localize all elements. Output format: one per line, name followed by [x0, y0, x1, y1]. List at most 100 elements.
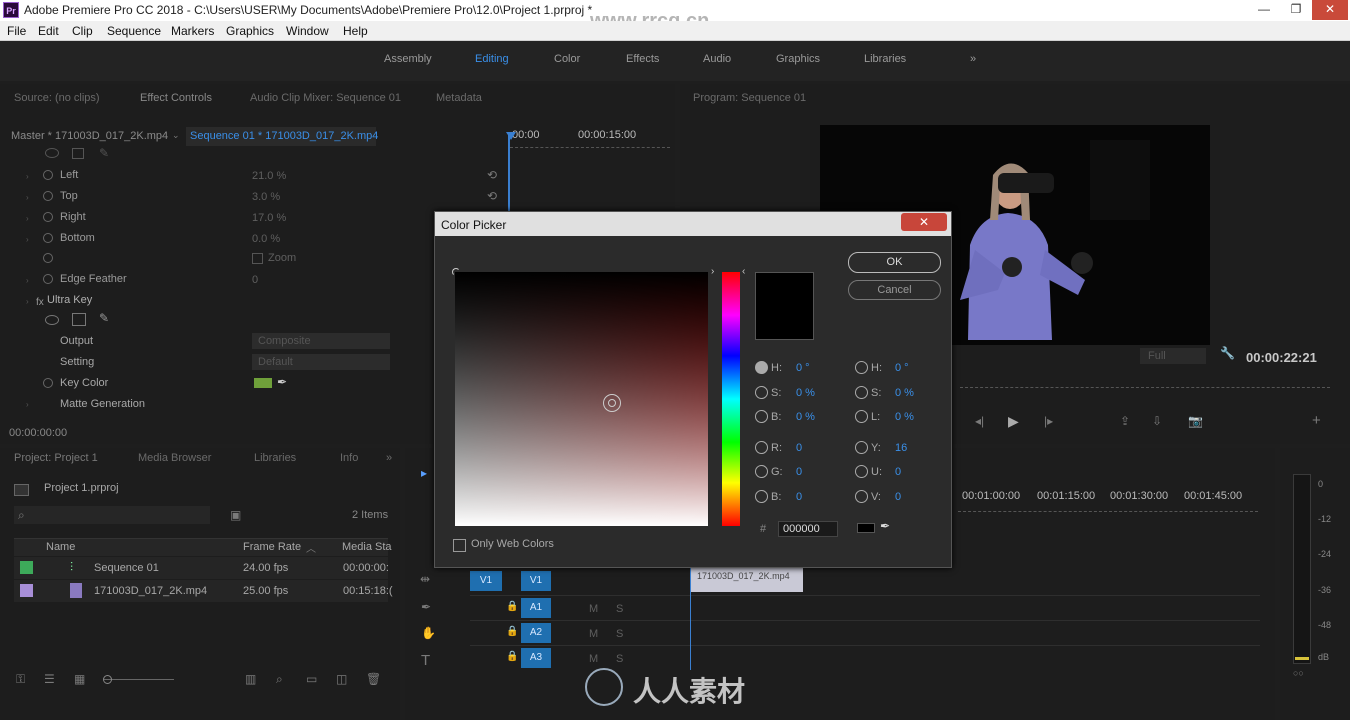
lock-track-a3-icon[interactable]: 🔒 [506, 651, 518, 662]
crop-bottom-value[interactable]: 0.0 % [252, 233, 280, 245]
tab-audio-clip-mixer[interactable]: Audio Clip Mixer: Sequence 01 [250, 92, 401, 104]
expand-right-icon[interactable]: › [26, 214, 29, 223]
maximize-button[interactable]: ❐ [1280, 0, 1312, 20]
hsl-l-value[interactable]: 0 % [895, 411, 914, 423]
menu-sequence[interactable]: Sequence [107, 24, 161, 38]
tab-source[interactable]: Source: (no clips) [14, 92, 100, 104]
find-icon[interactable]: ⌕ [276, 672, 283, 687]
tab-overflow[interactable]: » [386, 452, 392, 464]
yuv-u-value[interactable]: 0 [895, 466, 901, 478]
trash-icon[interactable]: 🗑 [366, 672, 381, 686]
ellipse-mask-icon[interactable] [45, 148, 59, 158]
track-target-v1[interactable]: V1 [521, 571, 551, 591]
stopwatch-zoom-icon[interactable] [43, 253, 53, 263]
extract-icon[interactable]: ⇩ [1152, 414, 1162, 428]
step-forward-icon[interactable]: |▸ [1044, 414, 1053, 428]
hand-tool-icon[interactable]: ✋ [421, 626, 436, 640]
crop-left-value[interactable]: 21.0 % [252, 170, 286, 182]
workspace-assembly[interactable]: Assembly [384, 53, 432, 65]
radio-rgb-g[interactable] [755, 465, 768, 478]
workspace-color[interactable]: Color [554, 53, 580, 65]
new-item-icon[interactable]: ◫ [336, 672, 347, 686]
solo-a1-button[interactable]: S [616, 603, 623, 615]
hsb-b-value[interactable]: 0 % [796, 411, 815, 423]
radio-yuv-v[interactable] [855, 490, 868, 503]
radio-rgb-b[interactable] [755, 490, 768, 503]
project-search-input[interactable] [14, 506, 210, 524]
type-tool-icon[interactable]: T [421, 652, 430, 669]
radio-hsl-l[interactable] [855, 410, 868, 423]
wrench-icon[interactable]: 🔧 [1220, 346, 1235, 360]
menu-window[interactable]: Window [286, 24, 329, 38]
mute-a3-button[interactable]: M [589, 653, 598, 665]
expand-bottom-icon[interactable]: › [26, 235, 29, 244]
menu-edit[interactable]: Edit [38, 24, 59, 38]
workspace-overflow[interactable]: » [970, 53, 976, 65]
selection-tool-icon[interactable]: ▸ [421, 466, 427, 480]
hue-slider-right-arrow[interactable]: ‹ [742, 266, 745, 277]
reset-top-icon[interactable]: ⟲ [487, 189, 497, 203]
crop-right-value[interactable]: 17.0 % [252, 212, 286, 224]
workspace-editing[interactable]: Editing [475, 53, 509, 65]
color-picker-close-button[interactable]: ✕ [901, 213, 947, 231]
label-color-swatch[interactable] [20, 584, 33, 597]
step-back-icon[interactable]: ◂| [975, 414, 984, 428]
picker-eyedropper-icon[interactable]: ✒ [880, 519, 890, 533]
new-bin-bottom-icon[interactable]: ▭ [306, 672, 317, 686]
hsb-h-value[interactable]: 0 ° [796, 362, 810, 374]
mute-a1-button[interactable]: M [589, 603, 598, 615]
menu-markers[interactable]: Markers [171, 24, 214, 38]
stopwatch-edge-feather-icon[interactable] [43, 274, 53, 284]
rgb-g-value[interactable]: 0 [796, 466, 802, 478]
radio-rgb-r[interactable] [755, 441, 768, 454]
camera-icon[interactable]: 📷 [1188, 414, 1203, 428]
mute-a2-button[interactable]: M [589, 628, 598, 640]
menu-graphics[interactable]: Graphics [226, 24, 274, 38]
stopwatch-right-icon[interactable] [43, 212, 53, 222]
ok-button[interactable]: OK [848, 252, 941, 273]
zoom-slider[interactable] [104, 679, 174, 680]
pen-mask-icon[interactable]: ✎ [99, 146, 109, 160]
pen-tool-icon[interactable]: ✒ [421, 600, 431, 614]
yuv-v-value[interactable]: 0 [895, 491, 901, 503]
lift-icon[interactable]: ⇪ [1120, 414, 1130, 428]
radio-yuv-u[interactable] [855, 465, 868, 478]
col-media-start[interactable]: Media Sta [342, 541, 392, 553]
lock-track-a2-icon[interactable]: 🔒 [506, 626, 518, 637]
timeline-playhead[interactable] [690, 560, 691, 670]
solo-meter-icon[interactable]: ○○ [1293, 668, 1304, 678]
track-target-a1[interactable]: A1 [521, 598, 551, 618]
label-color-swatch[interactable] [20, 561, 33, 574]
automate-icon[interactable]: ▥ [245, 672, 256, 686]
radio-hsb-b[interactable] [755, 410, 768, 423]
tab-program[interactable]: Program: Sequence 01 [693, 92, 806, 104]
expand-ultra-key-icon[interactable]: › [26, 297, 29, 306]
stopwatch-bottom-icon[interactable] [43, 233, 53, 243]
workspace-graphics[interactable]: Graphics [776, 53, 820, 65]
menu-file[interactable]: File [7, 24, 26, 38]
master-clip-label[interactable]: Master * 171003D_017_2K.mp4 [11, 130, 168, 142]
col-name[interactable]: Name [46, 541, 75, 553]
color-field-cursor[interactable] [452, 268, 460, 276]
menu-clip[interactable]: Clip [72, 24, 93, 38]
hex-input[interactable]: 000000 [778, 521, 838, 537]
workspace-libraries[interactable]: Libraries [864, 53, 906, 65]
close-window-button[interactable]: ✕ [1312, 0, 1348, 20]
sequence-clip-label[interactable]: Sequence 01 * 171003D_017_2K.mp4 [190, 130, 378, 142]
workspace-audio[interactable]: Audio [703, 53, 731, 65]
stopwatch-top-icon[interactable] [43, 191, 53, 201]
expand-left-icon[interactable]: › [26, 172, 29, 181]
expand-top-icon[interactable]: › [26, 193, 29, 202]
eyedropper-icon[interactable]: ✒ [277, 375, 287, 389]
reset-left-icon[interactable]: ⟲ [487, 168, 497, 182]
ultra-ellipse-mask-icon[interactable] [45, 315, 59, 325]
hsb-s-value[interactable]: 0 % [796, 387, 815, 399]
program-timecode[interactable]: 00:00:22:21 [1246, 350, 1317, 365]
radio-hsl-s[interactable] [855, 386, 868, 399]
radio-yuv-y[interactable] [855, 441, 868, 454]
only-web-colors-checkbox[interactable] [453, 539, 466, 552]
col-frame-rate[interactable]: Frame Rate [243, 541, 301, 553]
rgb-r-value[interactable]: 0 [796, 442, 802, 454]
yuv-y-value[interactable]: 16 [895, 442, 907, 454]
lock-track-a1-icon[interactable]: 🔒 [506, 601, 518, 612]
